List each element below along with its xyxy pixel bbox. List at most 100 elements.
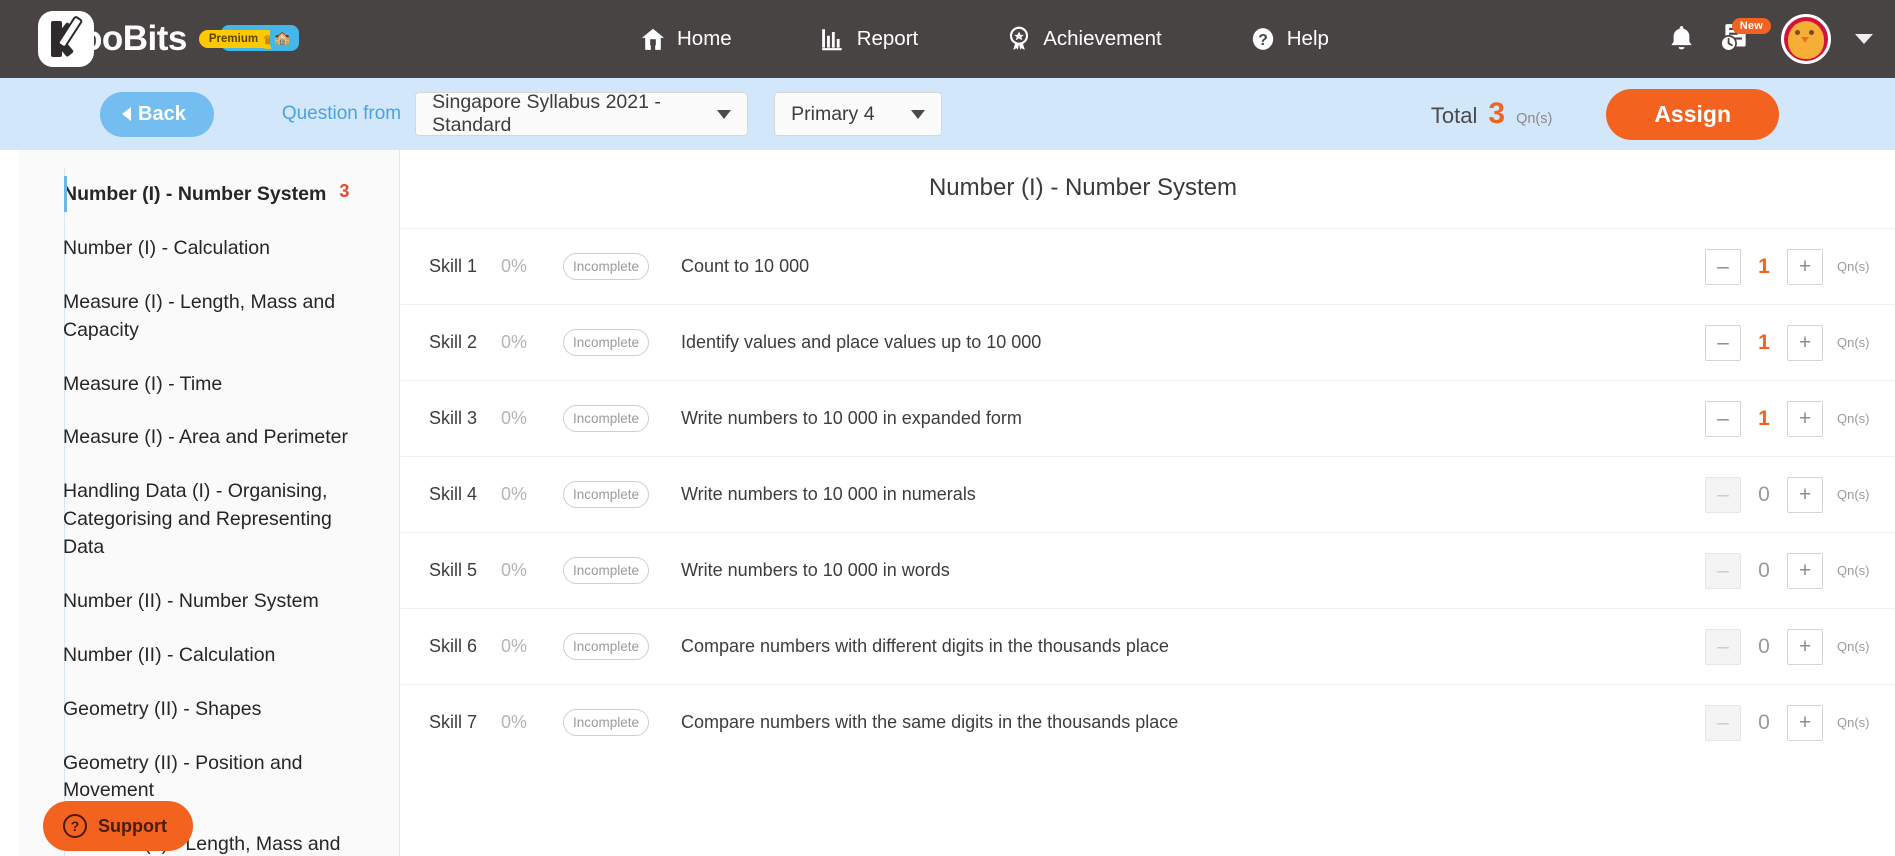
status-badge: Incomplete (563, 253, 649, 280)
skill-percent: 0% (501, 712, 563, 733)
skill-percent: 0% (501, 484, 563, 505)
sidebar-item[interactable]: Geometry (II) - Shapes (18, 683, 399, 737)
increment-button[interactable]: + (1787, 477, 1823, 513)
chevron-down-icon (717, 110, 731, 119)
skill-row: Skill 10%IncompleteCount to 10 000–1+Qn(… (401, 228, 1895, 304)
quantity-unit-label: Qn(s) (1837, 259, 1885, 274)
notification-bell-icon[interactable] (1668, 24, 1695, 54)
syllabus-select[interactable]: Singapore Syllabus 2021 - Standard (415, 92, 748, 136)
sidebar-item[interactable]: Measure (I) - Length, Mass and Capacity (18, 276, 399, 358)
status-badge: Incomplete (563, 405, 649, 432)
chevron-down-icon[interactable] (1855, 34, 1873, 44)
quantity-unit-label: Qn(s) (1837, 487, 1885, 502)
assign-button[interactable]: Assign (1606, 89, 1779, 140)
skill-row: Skill 70%IncompleteCompare numbers with … (401, 684, 1895, 760)
nav-label-achievement: Achievement (1043, 27, 1162, 51)
quantity-value: 1 (1741, 331, 1787, 355)
sidebar-item-count: 3 (339, 181, 349, 202)
increment-button[interactable]: + (1787, 401, 1823, 437)
decrement-button[interactable]: – (1705, 249, 1741, 285)
sidebar-item-label: Measure (I) - Time (63, 371, 222, 399)
total-count: 3 (1488, 97, 1505, 131)
quantity-stepper: –1+ (1705, 325, 1823, 361)
quantity-value: 0 (1741, 559, 1787, 583)
back-button[interactable]: Back (100, 92, 214, 137)
sidebar-item-label: Handling Data (I) - Organising, Categori… (63, 478, 365, 562)
skill-description: Compare numbers with the same digits in … (681, 712, 1705, 733)
sidebar-item[interactable]: Measure (I) - Area and Perimeter (18, 411, 399, 465)
nav-item-home[interactable]: Home (640, 26, 732, 52)
quantity-stepper: –0+ (1705, 705, 1823, 741)
decrement-button[interactable]: – (1705, 401, 1741, 437)
nav-label-report: Report (857, 27, 919, 51)
skill-percent: 0% (501, 408, 563, 429)
logo-wordmark: ooBits (81, 19, 187, 59)
nav-item-help[interactable]: ? Help (1250, 26, 1329, 52)
quantity-stepper: –1+ (1705, 401, 1823, 437)
medal-icon (1006, 26, 1032, 52)
quantity-value: 0 (1741, 711, 1787, 735)
decrement-button: – (1705, 705, 1741, 741)
nav-item-report[interactable]: Report (820, 26, 919, 52)
increment-button[interactable]: + (1787, 705, 1823, 741)
school-icon: 🏫 (270, 26, 294, 50)
increment-button[interactable]: + (1787, 629, 1823, 665)
skill-name: Skill 6 (429, 636, 501, 657)
chevron-left-icon (122, 107, 131, 121)
quantity-stepper: –0+ (1705, 553, 1823, 589)
sidebar-item-label: Measure (I) - Length, Mass and Capacity (63, 289, 365, 345)
quantity-unit-label: Qn(s) (1837, 563, 1885, 578)
level-select-value: Primary 4 (791, 103, 874, 126)
increment-button[interactable]: + (1787, 249, 1823, 285)
topic-sidebar[interactable]: Number (I) - Number System3 Number (I) - … (18, 150, 400, 856)
skill-description: Compare numbers with different digits in… (681, 636, 1705, 657)
skill-name: Skill 4 (429, 484, 501, 505)
sidebar-item[interactable]: Measure (I) - Time (18, 358, 399, 412)
avatar[interactable] (1781, 14, 1831, 64)
skill-row: Skill 40%IncompleteWrite numbers to 10 0… (401, 456, 1895, 532)
increment-button[interactable]: + (1787, 553, 1823, 589)
skill-row: Skill 60%IncompleteCompare numbers with … (401, 608, 1895, 684)
skill-percent: 0% (501, 636, 563, 657)
total-label: Total (1431, 103, 1477, 129)
sidebar-item-label: Geometry (II) - Shapes (63, 696, 261, 724)
sidebar-item-label: Number (I) - Calculation (63, 235, 270, 263)
skill-name: Skill 1 (429, 256, 501, 277)
nav-item-achievement[interactable]: Achievement (1006, 26, 1162, 52)
premium-label: Premium (209, 33, 258, 45)
skill-row-list: Skill 10%IncompleteCount to 10 000–1+Qn(… (401, 228, 1895, 760)
quantity-value: 0 (1741, 483, 1787, 507)
primary-nav-links: Home Report Achievement ? (640, 0, 1329, 78)
skill-name: Skill 5 (429, 560, 501, 581)
nav-right-cluster: New (1668, 0, 1873, 78)
sidebar-item[interactable]: Number (II) - Calculation (18, 629, 399, 683)
chevron-down-icon (911, 110, 925, 119)
sidebar-item[interactable]: Number (I) - Number System3 (18, 168, 399, 222)
bar-chart-icon (820, 26, 846, 52)
decrement-button[interactable]: – (1705, 325, 1741, 361)
skill-name: Skill 3 (429, 408, 501, 429)
quantity-value: 1 (1741, 255, 1787, 279)
level-select[interactable]: Primary 4 (774, 92, 942, 136)
question-circle-icon: ? (63, 814, 87, 838)
sidebar-item[interactable]: Handling Data (I) - Organising, Categori… (18, 465, 399, 575)
quantity-stepper: –0+ (1705, 477, 1823, 513)
back-button-label: Back (138, 103, 186, 126)
sidebar-item[interactable]: Number (I) - Calculation (18, 222, 399, 276)
premium-badge[interactable]: Premium ♛ 🏫 (199, 27, 278, 51)
sidebar-item[interactable]: Number (II) - Number System (18, 575, 399, 629)
status-badge: Incomplete (563, 481, 649, 508)
support-button[interactable]: ? Support (43, 801, 193, 851)
skill-percent: 0% (501, 560, 563, 581)
quantity-value: 0 (1741, 635, 1787, 659)
decrement-button: – (1705, 553, 1741, 589)
increment-button[interactable]: + (1787, 325, 1823, 361)
skill-row: Skill 30%IncompleteWrite numbers to 10 0… (401, 380, 1895, 456)
quantity-unit-label: Qn(s) (1837, 639, 1885, 654)
skill-percent: 0% (501, 332, 563, 353)
skill-row: Skill 20%IncompleteIdentify values and p… (401, 304, 1895, 380)
quantity-unit-label: Qn(s) (1837, 411, 1885, 426)
task-clock-icon-wrapper[interactable]: New (1717, 22, 1759, 56)
koobits-logo[interactable]: ooBits Premium ♛ 🏫 (38, 11, 278, 67)
skill-name: Skill 7 (429, 712, 501, 733)
